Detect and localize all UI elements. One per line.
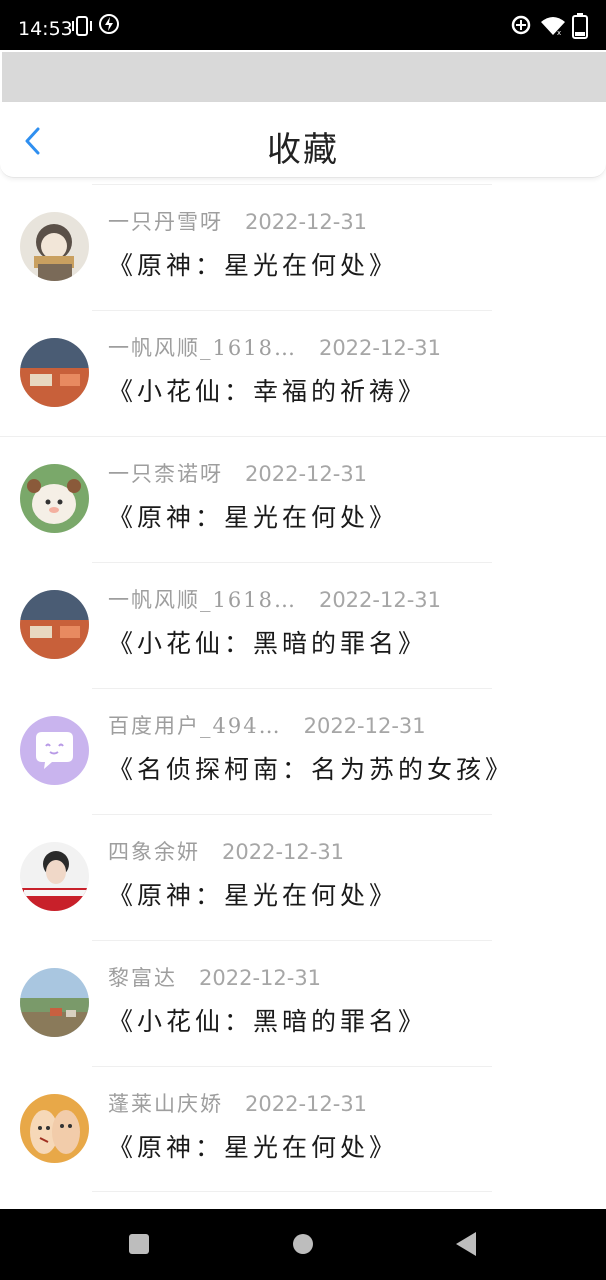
username[interactable]: 蓬莱山庆娇	[108, 1092, 223, 1116]
book-title[interactable]: 《小花仙：黑暗的罪名》	[108, 624, 427, 660]
list-item[interactable]: 一只柰诺呀 2022-12-31 《原神：星光在何处》	[0, 436, 606, 562]
list-item[interactable]: 蓬莱山庆娇 2022-12-31 《原神：星光在何处》	[0, 1066, 606, 1192]
vibrate-icon	[70, 15, 94, 41]
page-title: 收藏	[267, 130, 339, 170]
divider	[0, 436, 606, 437]
divider	[92, 688, 492, 689]
home-circle-icon[interactable]	[292, 1233, 314, 1259]
divider	[92, 814, 492, 815]
username[interactable]: 一帆风顺_1618…	[108, 336, 297, 360]
list-item[interactable]: 四象余妍 2022-12-31 《原神：星光在何处》	[0, 814, 606, 940]
date: 2022-12-31	[245, 1092, 368, 1116]
list-item[interactable]: 百度用户_494… 2022-12-31 《名侦探柯南：名为苏的女孩》	[0, 688, 606, 814]
date: 2022-12-31	[199, 966, 322, 990]
date: 2022-12-31	[245, 462, 368, 486]
book-title[interactable]: 《原神：星光在何处》	[108, 1128, 398, 1164]
date: 2022-12-31	[222, 840, 345, 864]
book-title[interactable]: 《小花仙：幸福的祈祷》	[108, 372, 427, 408]
placeholder-banner	[2, 52, 606, 102]
flash-icon	[98, 13, 120, 39]
username[interactable]: 一帆风顺_1618…	[108, 588, 297, 612]
divider	[92, 940, 492, 941]
status-bar: 14:53 x	[0, 0, 606, 50]
book-title[interactable]: 《原神：星光在何处》	[108, 498, 398, 534]
divider	[92, 184, 492, 185]
date: 2022-12-31	[318, 336, 441, 360]
date: 2022-12-31	[303, 714, 426, 738]
book-title[interactable]: 《小花仙：黑暗的罪名》	[108, 1002, 427, 1038]
avatar[interactable]	[20, 212, 89, 281]
avatar[interactable]	[20, 968, 89, 1037]
divider	[92, 310, 492, 311]
avatar[interactable]	[20, 590, 89, 659]
date: 2022-12-31	[318, 588, 441, 612]
list-item[interactable]: 一只丹雪呀 2022-12-31 《原神：星光在何处》	[0, 184, 606, 310]
list-item[interactable]: 黎富达 2022-12-31 《小花仙：黑暗的罪名》	[0, 940, 606, 1066]
list-item[interactable]: 一帆风顺_1618… 2022-12-31 《小花仙：黑暗的罪名》	[0, 562, 606, 688]
date: 2022-12-31	[245, 210, 368, 234]
chat-bubble-icon	[20, 716, 89, 785]
book-title[interactable]: 《名侦探柯南：名为苏的女孩》	[108, 750, 514, 786]
wifi-icon: x	[540, 16, 566, 40]
divider	[92, 1066, 492, 1067]
username[interactable]: 黎富达	[108, 966, 177, 990]
username[interactable]: 四象余妍	[108, 840, 200, 864]
avatar[interactable]	[20, 842, 89, 911]
system-nav-bar	[0, 1209, 606, 1280]
divider	[92, 562, 492, 563]
username[interactable]: 一只柰诺呀	[108, 462, 223, 486]
battery-icon	[572, 12, 588, 44]
list-item[interactable]: 一帆风顺_1618… 2022-12-31 《小花仙：幸福的祈祷》	[0, 310, 606, 436]
book-title[interactable]: 《原神：星光在何处》	[108, 876, 398, 912]
data-saver-icon	[510, 14, 532, 40]
username[interactable]: 一只丹雪呀	[108, 210, 223, 234]
status-time: 14:53	[18, 18, 73, 40]
avatar[interactable]	[20, 716, 89, 785]
divider	[92, 1191, 492, 1192]
avatar[interactable]	[20, 338, 89, 407]
avatar[interactable]	[20, 1094, 89, 1163]
book-title[interactable]: 《原神：星光在何处》	[108, 246, 398, 282]
app-header: 收藏	[0, 102, 606, 178]
favorites-list: 一只丹雪呀 2022-12-31 《原神：星光在何处》 一帆风顺_1618… 202…	[0, 184, 606, 1192]
recents-square-icon[interactable]	[128, 1233, 150, 1259]
avatar[interactable]	[20, 464, 89, 533]
svg-text:x: x	[557, 29, 561, 36]
username[interactable]: 百度用户_494…	[108, 714, 282, 738]
back-triangle-icon[interactable]	[454, 1231, 478, 1261]
